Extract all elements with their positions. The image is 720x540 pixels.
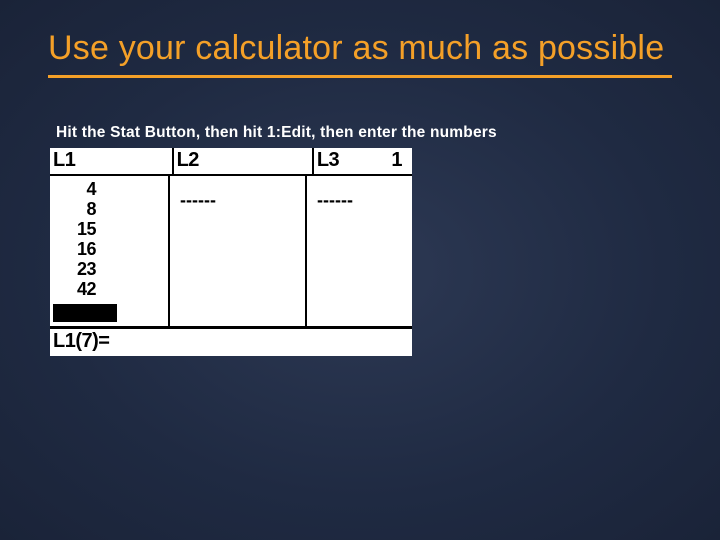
l2-empty-placeholder: ------ — [170, 176, 305, 211]
header-page-indicator: 1 — [388, 148, 412, 174]
slide-subtitle: Hit the Stat Button, then hit 1:Edit, th… — [56, 124, 672, 142]
column-l3: ------ — [307, 176, 412, 326]
l1-value: 8 — [50, 199, 168, 219]
column-l2: ------ — [170, 176, 307, 326]
l1-value: 42 — [50, 279, 168, 299]
header-l1: L1 — [50, 148, 174, 174]
title-underline — [48, 75, 672, 78]
list-body: 4 8 15 16 23 42 ------ ------ — [50, 176, 412, 329]
calculator-screen: L1 L2 L3 1 4 8 15 16 23 42 ------ — [50, 148, 412, 356]
l1-values: 4 8 15 16 23 42 — [50, 176, 168, 299]
l1-value: 16 — [50, 239, 168, 259]
l3-empty-placeholder: ------ — [307, 176, 412, 211]
l1-value: 4 — [50, 179, 168, 199]
slide: Use your calculator as much as possible … — [0, 0, 720, 540]
status-line: L1(7)= — [50, 329, 412, 356]
header-l3: L3 — [314, 148, 389, 174]
column-l1: 4 8 15 16 23 42 — [50, 176, 170, 326]
cursor-block — [53, 304, 117, 322]
list-header-row: L1 L2 L3 1 — [50, 148, 412, 176]
header-l2: L2 — [174, 148, 314, 174]
slide-title: Use your calculator as much as possible — [48, 28, 672, 69]
l1-value: 15 — [50, 219, 168, 239]
l1-value: 23 — [50, 259, 168, 279]
